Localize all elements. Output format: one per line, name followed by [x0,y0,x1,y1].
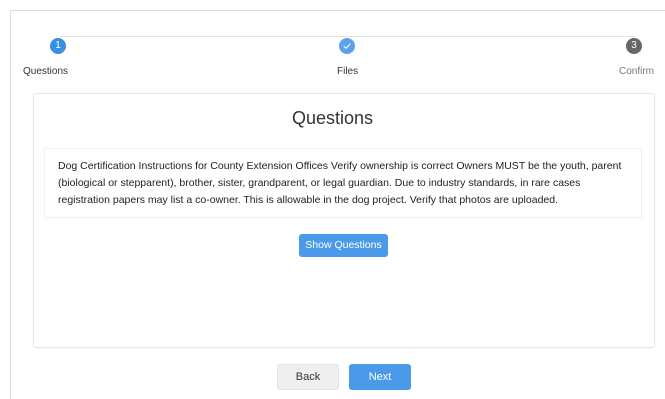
step-3-label[interactable]: Confirm [619,66,654,77]
step-1-number: 1 [55,40,61,51]
instructions-text: Dog Certification Instructions for Count… [44,148,642,218]
show-questions-button[interactable]: Show Questions [299,234,388,257]
stepper-track [60,36,635,37]
next-button[interactable]: Next [349,364,411,390]
back-button[interactable]: Back [277,364,339,390]
step-1-indicator[interactable]: 1 [50,38,66,54]
questions-card [33,93,655,348]
step-2-label[interactable]: Files [337,66,358,77]
check-icon [343,43,351,49]
step-3-indicator[interactable]: 3 [626,38,642,54]
step-2-indicator[interactable] [339,38,355,54]
card-title: Questions [291,108,374,128]
step-3-number: 3 [631,40,637,51]
step-1-label[interactable]: Questions [23,66,68,77]
